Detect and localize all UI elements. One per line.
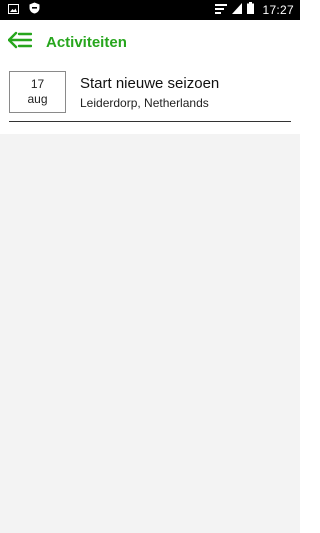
status-right: 17:27 (215, 1, 294, 19)
cast-icon (215, 1, 228, 19)
activity-item[interactable]: 17 aug Start nieuwe seizoen Leiderdorp, … (0, 64, 300, 134)
activity-location: Leiderdorp, Netherlands (80, 96, 209, 110)
menu-back-icon[interactable] (7, 31, 33, 54)
date-day: 17 (30, 77, 45, 91)
date-box: 17 aug (9, 71, 66, 113)
app-bar: Activiteiten (0, 20, 300, 64)
status-bar: 17:27 (0, 0, 300, 20)
activity-title: Start nieuwe seizoen (80, 75, 220, 92)
page-title: Activiteiten (46, 33, 127, 51)
signal-icon (232, 1, 243, 19)
status-time: 17:27 (262, 3, 294, 17)
shield-icon (29, 1, 40, 19)
divider (9, 121, 291, 122)
status-left (8, 1, 40, 19)
date-month: aug (27, 92, 48, 106)
image-icon (8, 1, 19, 19)
activity-list: 17 aug Start nieuwe seizoen Leiderdorp, … (0, 64, 300, 533)
battery-icon (247, 1, 255, 19)
